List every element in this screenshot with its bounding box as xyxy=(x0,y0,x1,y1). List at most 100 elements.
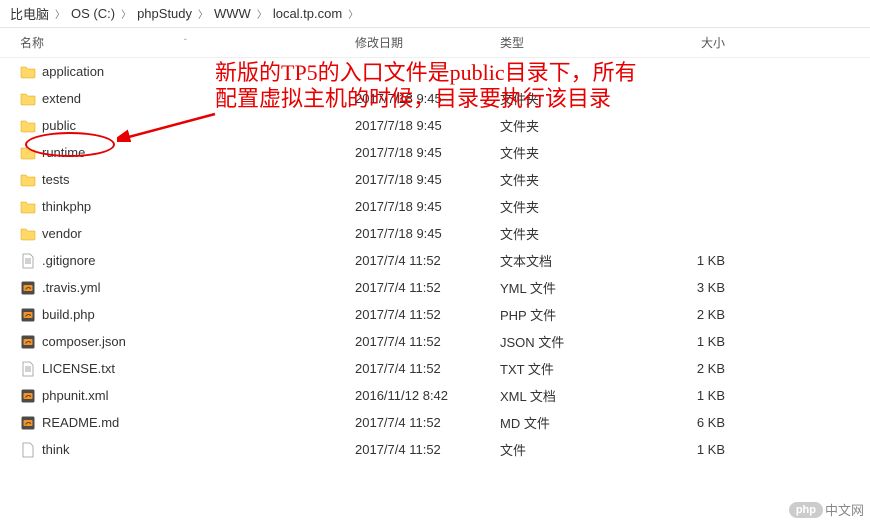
file-date: 2017/7/4 11:52 xyxy=(355,307,500,322)
file-row[interactable]: .gitignore2017/7/4 11:52文本文档1 KB xyxy=(0,247,870,274)
file-row[interactable]: tests2017/7/18 9:45文件夹 xyxy=(0,166,870,193)
file-date: 2016/11/12 8:42 xyxy=(355,388,500,403)
file-size: 3 KB xyxy=(655,280,755,295)
watermark-text: 中文网 xyxy=(825,500,864,519)
file-row[interactable]: .travis.yml2017/7/4 11:52YML 文件3 KB xyxy=(0,274,870,301)
folder-icon xyxy=(20,91,42,107)
text-icon xyxy=(20,253,42,269)
file-size: 1 KB xyxy=(655,442,755,457)
file-name: .travis.yml xyxy=(42,280,355,295)
file-type: MD 文件 xyxy=(500,413,655,432)
file-type: XML 文档 xyxy=(500,386,655,405)
file-date: 2017/7/4 11:52 xyxy=(355,334,500,349)
file-row[interactable]: runtime2017/7/18 9:45文件夹 xyxy=(0,139,870,166)
file-date: 2017/7/18 9:45 xyxy=(355,91,500,106)
sub-icon xyxy=(20,307,42,323)
file-name: think xyxy=(42,442,355,457)
folder-icon xyxy=(20,199,42,215)
breadcrumb-item[interactable]: local.tp.com xyxy=(269,4,346,23)
file-date: 2017/7/18 9:45 xyxy=(355,145,500,160)
file-date: 2017/7/4 11:52 xyxy=(355,280,500,295)
file-type: 文本文档 xyxy=(500,251,655,270)
file-name: phpunit.xml xyxy=(42,388,355,403)
file-name: vendor xyxy=(42,226,355,241)
file-name: composer.json xyxy=(42,334,355,349)
file-name: build.php xyxy=(42,307,355,322)
file-name: public xyxy=(42,118,355,133)
file-type: 文件夹 xyxy=(500,170,655,189)
header-name-label: 名称 xyxy=(20,34,44,51)
file-name: runtime xyxy=(42,145,355,160)
file-type: TXT 文件 xyxy=(500,359,655,378)
file-name: tests xyxy=(42,172,355,187)
breadcrumb-item[interactable]: WWW xyxy=(210,4,255,23)
folder-icon xyxy=(20,118,42,134)
file-row[interactable]: build.php2017/7/4 11:52PHP 文件2 KB xyxy=(0,301,870,328)
file-type: 文件夹 xyxy=(500,224,655,243)
breadcrumb-item[interactable]: OS (C:) xyxy=(67,4,119,23)
file-name: application xyxy=(42,64,355,79)
file-row[interactable]: composer.json2017/7/4 11:52JSON 文件1 KB xyxy=(0,328,870,355)
folder-icon xyxy=(20,226,42,242)
file-name: extend xyxy=(42,91,355,106)
folder-icon xyxy=(20,145,42,161)
sub-icon xyxy=(20,388,42,404)
sub-icon xyxy=(20,334,42,350)
header-name[interactable]: 名称 ˇ xyxy=(20,34,355,51)
blank-icon xyxy=(20,442,42,458)
sub-icon xyxy=(20,280,42,296)
breadcrumb-item[interactable]: phpStudy xyxy=(133,4,196,23)
header-type[interactable]: 类型 xyxy=(500,34,655,51)
file-type: 文件夹 xyxy=(500,89,655,108)
chevron-right-icon: 〉 xyxy=(198,6,208,21)
file-date: 2017/7/18 9:45 xyxy=(355,118,500,133)
file-name: LICENSE.txt xyxy=(42,361,355,376)
chevron-right-icon: 〉 xyxy=(55,6,65,21)
file-size: 1 KB xyxy=(655,253,755,268)
file-row[interactable]: application xyxy=(0,58,870,85)
file-date: 2017/7/4 11:52 xyxy=(355,253,500,268)
file-type: 文件夹 xyxy=(500,197,655,216)
chevron-right-icon: 〉 xyxy=(348,6,358,21)
watermark-badge: php xyxy=(789,502,823,518)
watermark: php 中文网 xyxy=(789,500,864,519)
file-row[interactable]: LICENSE.txt2017/7/4 11:52TXT 文件2 KB xyxy=(0,355,870,382)
file-date: 2017/7/4 11:52 xyxy=(355,442,500,457)
file-date: 2017/7/18 9:45 xyxy=(355,226,500,241)
file-size: 1 KB xyxy=(655,334,755,349)
folder-icon xyxy=(20,64,42,80)
file-row[interactable]: README.md2017/7/4 11:52MD 文件6 KB xyxy=(0,409,870,436)
file-date: 2017/7/4 11:52 xyxy=(355,361,500,376)
file-size: 6 KB xyxy=(655,415,755,430)
column-headers: 名称 ˇ 修改日期 类型 大小 xyxy=(0,28,870,58)
breadcrumb-bar: 比电脑 〉 OS (C:) 〉 phpStudy 〉 WWW 〉 local.t… xyxy=(0,0,870,28)
header-date[interactable]: 修改日期 xyxy=(355,34,500,51)
sub-icon xyxy=(20,415,42,431)
file-row[interactable]: think2017/7/4 11:52文件1 KB xyxy=(0,436,870,463)
file-name: .gitignore xyxy=(42,253,355,268)
file-name: thinkphp xyxy=(42,199,355,214)
file-size: 2 KB xyxy=(655,307,755,322)
file-row[interactable]: vendor2017/7/18 9:45文件夹 xyxy=(0,220,870,247)
file-type: YML 文件 xyxy=(500,278,655,297)
file-list: application extend2017/7/18 9:45文件夹 publ… xyxy=(0,58,870,463)
file-row[interactable]: extend2017/7/18 9:45文件夹 xyxy=(0,85,870,112)
chevron-right-icon: 〉 xyxy=(257,6,267,21)
text-icon xyxy=(20,361,42,377)
file-row[interactable]: public2017/7/18 9:45文件夹 xyxy=(0,112,870,139)
file-type: 文件夹 xyxy=(500,116,655,135)
file-row[interactable]: thinkphp2017/7/18 9:45文件夹 xyxy=(0,193,870,220)
breadcrumb-item[interactable]: 比电脑 xyxy=(6,2,53,25)
file-row[interactable]: phpunit.xml2016/11/12 8:42XML 文档1 KB xyxy=(0,382,870,409)
header-size[interactable]: 大小 xyxy=(655,34,755,51)
sort-arrow-icon: ˇ xyxy=(184,38,187,47)
file-date: 2017/7/18 9:45 xyxy=(355,199,500,214)
file-type: 文件夹 xyxy=(500,143,655,162)
file-size: 1 KB xyxy=(655,388,755,403)
file-type: JSON 文件 xyxy=(500,332,655,351)
file-name: README.md xyxy=(42,415,355,430)
file-type: 文件 xyxy=(500,440,655,459)
file-date: 2017/7/4 11:52 xyxy=(355,415,500,430)
file-date: 2017/7/18 9:45 xyxy=(355,172,500,187)
folder-icon xyxy=(20,172,42,188)
